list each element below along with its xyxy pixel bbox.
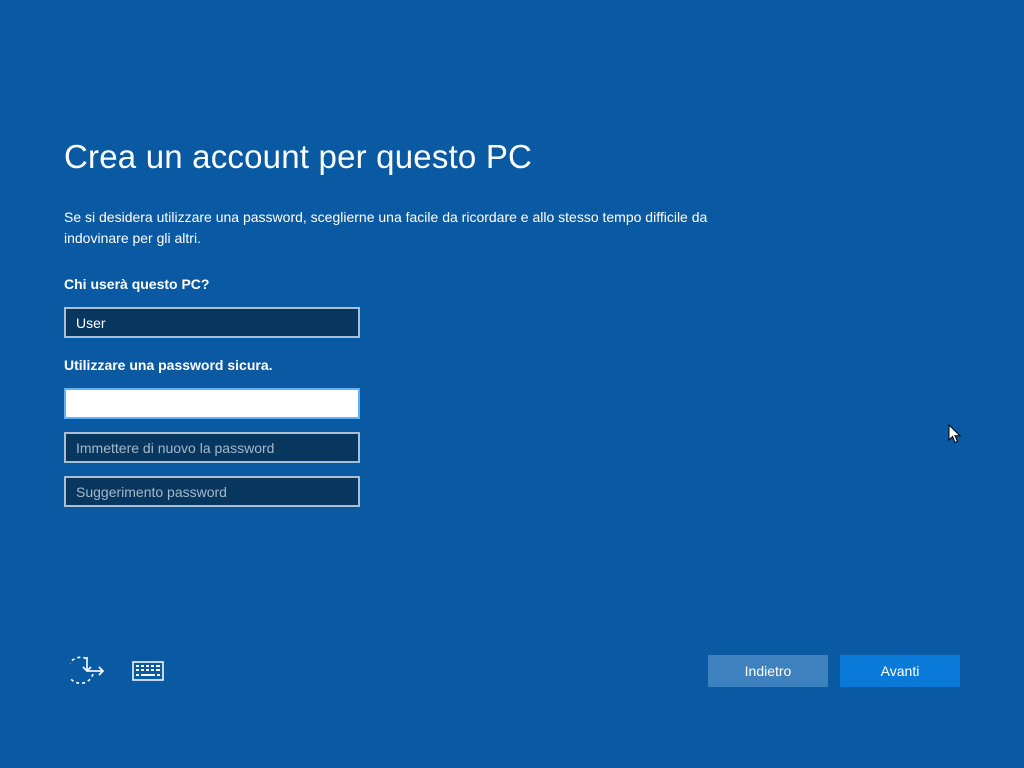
password-label: Utilizzare una password sicura. (64, 357, 273, 373)
back-button[interactable]: Indietro (708, 655, 828, 687)
next-button[interactable]: Avanti (840, 655, 960, 687)
page-description: Se si desidera utilizzare una password, … (64, 209, 708, 246)
ease-of-access-icon[interactable] (70, 654, 106, 688)
keyboard-glyph (132, 661, 164, 681)
username-input[interactable] (64, 307, 360, 338)
password-input[interactable] (64, 388, 360, 419)
ease-of-access-glyph (70, 656, 105, 685)
username-label: Chi userà questo PC? (64, 276, 210, 292)
mouse-pointer-icon (948, 424, 962, 444)
page-title: Crea un account per questo PC (64, 138, 533, 175)
password-hint-input[interactable] (64, 476, 360, 507)
password-confirm-input[interactable] (64, 432, 360, 463)
keyboard-icon[interactable] (130, 654, 166, 688)
